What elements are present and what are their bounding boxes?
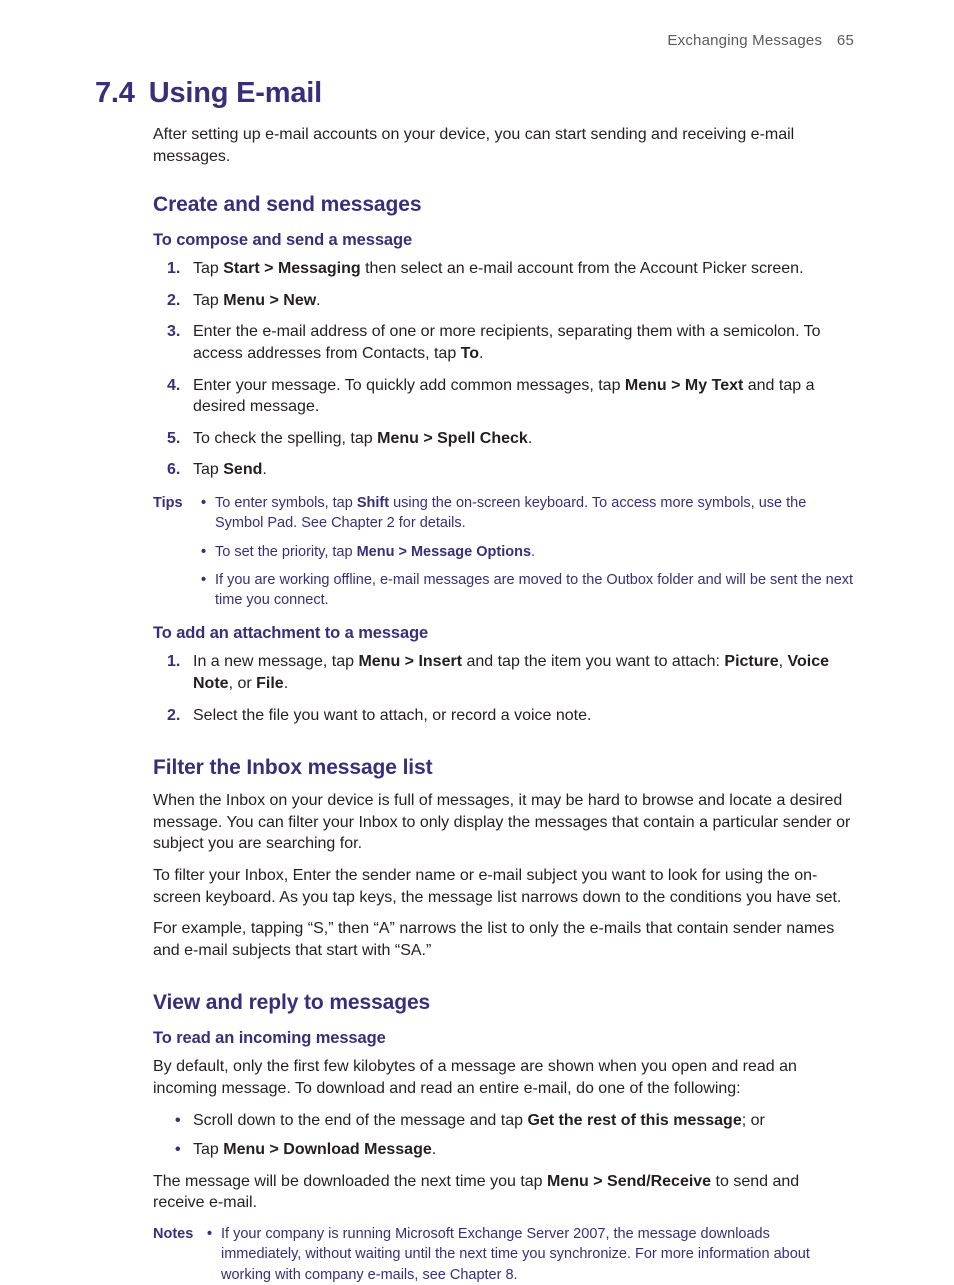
step-number: 4. <box>167 375 180 397</box>
step-number: 2. <box>167 290 180 312</box>
steps-compose-send: 1. Tap Start > Messaging then select an e… <box>153 258 854 481</box>
tips-label: Tips <box>153 493 201 534</box>
step-number: 2. <box>167 705 180 727</box>
list-item: 5. To check the spelling, tap Menu > Spel… <box>153 428 854 450</box>
step-number: 3. <box>167 321 180 343</box>
tip-text: To enter symbols, tap Shift using the on… <box>215 493 854 534</box>
list-item: Tap Menu > Download Message. <box>153 1139 854 1161</box>
body-paragraph: The message will be downloaded the next … <box>153 1171 854 1214</box>
section-title: 7.4 Using E-mail <box>95 77 854 110</box>
tips-block: Tips • To enter symbols, tap Shift using… <box>153 493 854 610</box>
task-add-attachment: To add an attachment to a message <box>153 624 854 643</box>
section-number: 7.4 <box>95 77 135 110</box>
step-text: In a new message, tap Menu > Insert and … <box>193 653 829 692</box>
step-number: 6. <box>167 459 180 481</box>
subsection-create-send: Create and send messages <box>153 193 854 217</box>
bullet-icon: • <box>201 570 215 611</box>
list-item: 6. Tap Send. <box>153 459 854 481</box>
subsection-view-reply: View and reply to messages <box>153 991 854 1015</box>
tip-row: • To set the priority, tap Menu > Messag… <box>153 542 854 562</box>
list-item: 1. In a new message, tap Menu > Insert an… <box>153 651 854 694</box>
subsection-filter-inbox: Filter the Inbox message list <box>153 756 854 780</box>
note-text: If your company is running Microsoft Exc… <box>221 1224 854 1285</box>
page-number: 65 <box>837 32 854 49</box>
bullet-icon: • <box>207 1224 221 1285</box>
step-text: Tap Menu > New. <box>193 292 321 309</box>
step-text: Tap Start > Messaging then select an e-m… <box>193 260 804 277</box>
section-title-text: Using E-mail <box>149 77 322 109</box>
chapter-name: Exchanging Messages <box>667 32 822 49</box>
intro-paragraph: After setting up e-mail accounts on your… <box>153 124 854 167</box>
list-item: 2. Select the file you want to attach, or… <box>153 705 854 727</box>
bullet-icon: • <box>201 493 215 534</box>
bullet-icon: • <box>201 542 215 562</box>
step-number: 5. <box>167 428 180 450</box>
tip-text: To set the priority, tap Menu > Message … <box>215 542 854 562</box>
tip-row: Tips • To enter symbols, tap Shift using… <box>153 493 854 534</box>
step-text: Enter your message. To quickly add commo… <box>193 377 814 416</box>
body-paragraph: By default, only the first few kilobytes… <box>153 1056 854 1099</box>
step-text: Select the file you want to attach, or r… <box>193 707 591 724</box>
list-item: 1. Tap Start > Messaging then select an e… <box>153 258 854 280</box>
notes-block: Notes • If your company is running Micro… <box>153 1224 854 1285</box>
note-row: Notes • If your company is running Micro… <box>153 1224 854 1285</box>
body-paragraph: To filter your Inbox, Enter the sender n… <box>153 865 854 908</box>
step-number: 1. <box>167 651 180 673</box>
notes-label: Notes <box>153 1224 207 1285</box>
list-item: 4. Enter your message. To quickly add com… <box>153 375 854 418</box>
step-text: Tap Send. <box>193 461 267 478</box>
list-item: Scroll down to the end of the message an… <box>153 1110 854 1132</box>
step-text: To check the spelling, tap Menu > Spell … <box>193 430 532 447</box>
body-paragraph: For example, tapping “S,” then “A” narro… <box>153 918 854 961</box>
page: Exchanging Messages 65 7.4 Using E-mail A… <box>0 0 954 1235</box>
bullets-read-options: Scroll down to the end of the message an… <box>153 1110 854 1161</box>
list-item: 3. Enter the e-mail address of one or mor… <box>153 321 854 364</box>
tip-row: • If you are working offline, e-mail mes… <box>153 570 854 611</box>
running-header: Exchanging Messages 65 <box>95 32 854 49</box>
tip-text: If you are working offline, e-mail messa… <box>215 570 854 611</box>
list-item: 2. Tap Menu > New. <box>153 290 854 312</box>
steps-add-attachment: 1. In a new message, tap Menu > Insert an… <box>153 651 854 726</box>
step-number: 1. <box>167 258 180 280</box>
task-read-incoming: To read an incoming message <box>153 1029 854 1048</box>
task-compose-send: To compose and send a message <box>153 231 854 250</box>
body-paragraph: When the Inbox on your device is full of… <box>153 790 854 855</box>
step-text: Enter the e-mail address of one or more … <box>193 323 821 362</box>
